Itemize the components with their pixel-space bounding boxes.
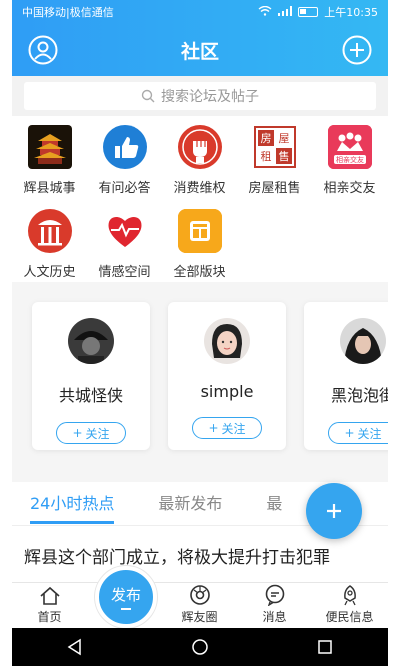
status-bar: 中国移动|极信通信 上午10:35: [12, 0, 388, 24]
carrier-text: 中国移动|极信通信: [22, 6, 114, 19]
status-icons: 上午10:35: [258, 4, 378, 20]
nav-friends-circle[interactable]: 辉友圈: [162, 583, 237, 628]
thumbs-up-icon: [102, 125, 147, 169]
forum-label: 情感空间: [98, 265, 151, 280]
follow-button[interactable]: + 关注: [56, 422, 126, 444]
home-circle-icon[interactable]: [191, 638, 209, 656]
forum-label: 全部版块: [173, 265, 226, 280]
dating-icon: 相亲交友: [327, 125, 372, 169]
search-placeholder: 搜索论坛及帖子: [161, 89, 259, 105]
forum-item[interactable]: 有问必答: [87, 118, 162, 202]
camera-circle-icon: [189, 585, 210, 605]
avatar: [68, 318, 114, 364]
wifi-icon: [258, 5, 272, 19]
plus-icon: +: [208, 421, 219, 435]
user-name: simple: [200, 382, 254, 401]
user-name: 黑泡泡街: [330, 386, 388, 405]
page-title: 社区: [180, 40, 219, 63]
avatar: [204, 318, 250, 364]
svg-text:屋: 屋: [278, 132, 289, 145]
forum-label: 人文历史: [23, 265, 76, 280]
profile-button[interactable]: [28, 35, 58, 65]
user-card[interactable]: 黑泡泡街 + 关注: [304, 302, 388, 450]
follow-button[interactable]: + 关注: [192, 417, 262, 439]
forum-item[interactable]: 人文历史: [12, 202, 87, 286]
search-icon: [141, 89, 155, 103]
culture-icon: [27, 209, 72, 253]
forum-label: 消费维权: [173, 181, 226, 196]
forum-label: 房屋租售: [248, 181, 301, 196]
forum-label: 辉县城事: [23, 181, 76, 196]
nav-label: 首页: [37, 610, 62, 624]
svg-text:售: 售: [278, 149, 289, 163]
fist-icon: [177, 125, 222, 169]
pagoda-icon: [27, 125, 72, 169]
plus-icon: [327, 504, 341, 518]
signal-icon: [278, 5, 293, 19]
battery-icon: [298, 7, 319, 17]
tab-more[interactable]: 最: [266, 482, 282, 526]
recommended-users: 共城怪侠 + 关注 simple + 关注 黑泡泡街 + 关注: [12, 282, 388, 482]
user-card[interactable]: 共城怪侠 + 关注: [32, 302, 150, 450]
publish-button[interactable]: 发布: [95, 566, 157, 628]
forum-item[interactable]: 房屋租售 房屋租售: [237, 118, 312, 202]
tab-latest[interactable]: 最新发布: [158, 482, 222, 526]
forum-label: 有问必答: [98, 181, 151, 196]
heart-pulse-icon: [103, 209, 147, 253]
publish-underline: [121, 608, 131, 610]
post-title[interactable]: 辉县这个部门成立，将极大提升打击犯罪: [24, 545, 384, 571]
app-header: 社区: [12, 24, 388, 76]
user-name: 共城怪侠: [58, 386, 123, 405]
forum-item[interactable]: 辉县城事: [12, 118, 87, 202]
chat-bubble-icon: [265, 584, 284, 606]
plus-circle-icon: [342, 35, 372, 65]
clock-text: 上午10:35: [324, 6, 378, 19]
plus-icon: +: [344, 426, 355, 440]
floating-add-button[interactable]: [306, 483, 362, 539]
recents-icon[interactable]: [316, 638, 334, 656]
forum-item[interactable]: 全部版块: [162, 202, 237, 286]
nav-messages[interactable]: 消息: [237, 583, 312, 628]
publish-label: 发布: [110, 586, 141, 604]
svg-text:租: 租: [260, 150, 271, 163]
nav-label: 辉友圈: [181, 610, 218, 624]
forum-grid: 辉县城事 有问必答 消费维权 房屋租售 房屋租售 相亲交友 相亲交友 人文历史 …: [12, 118, 388, 286]
forum-item[interactable]: 情感空间: [87, 202, 162, 286]
back-icon[interactable]: [66, 638, 84, 656]
system-nav-bar: [12, 628, 388, 666]
search-input[interactable]: 搜索论坛及帖子: [24, 82, 376, 110]
nav-services[interactable]: 便民信息: [312, 583, 387, 628]
rocket-icon: [343, 585, 356, 606]
user-icon: [28, 35, 58, 65]
user-card[interactable]: simple + 关注: [168, 302, 286, 450]
add-button[interactable]: [342, 35, 372, 65]
avatar: [340, 318, 386, 364]
tab-24h-hot[interactable]: 24小时热点: [30, 482, 115, 526]
svg-text:相亲交友: 相亲交友: [336, 155, 364, 164]
bottom-nav: 首页 辉友圈 消息 便民信息: [12, 582, 388, 628]
forum-item[interactable]: 相亲交友 相亲交友: [312, 118, 387, 202]
forum-item[interactable]: 消费维权: [162, 118, 237, 202]
svg-text:房: 房: [260, 132, 271, 145]
nav-label: 消息: [262, 610, 287, 624]
house-rent-icon: 房屋租售: [252, 125, 297, 169]
home-icon: [39, 586, 60, 605]
nav-home[interactable]: 首页: [12, 583, 87, 628]
nav-label: 便民信息: [325, 610, 374, 624]
plus-icon: +: [72, 426, 83, 440]
all-sections-icon: [177, 209, 222, 253]
forum-label: 相亲交友: [323, 181, 376, 196]
follow-button[interactable]: + 关注: [328, 422, 388, 444]
search-area: 搜索论坛及帖子: [12, 76, 388, 116]
